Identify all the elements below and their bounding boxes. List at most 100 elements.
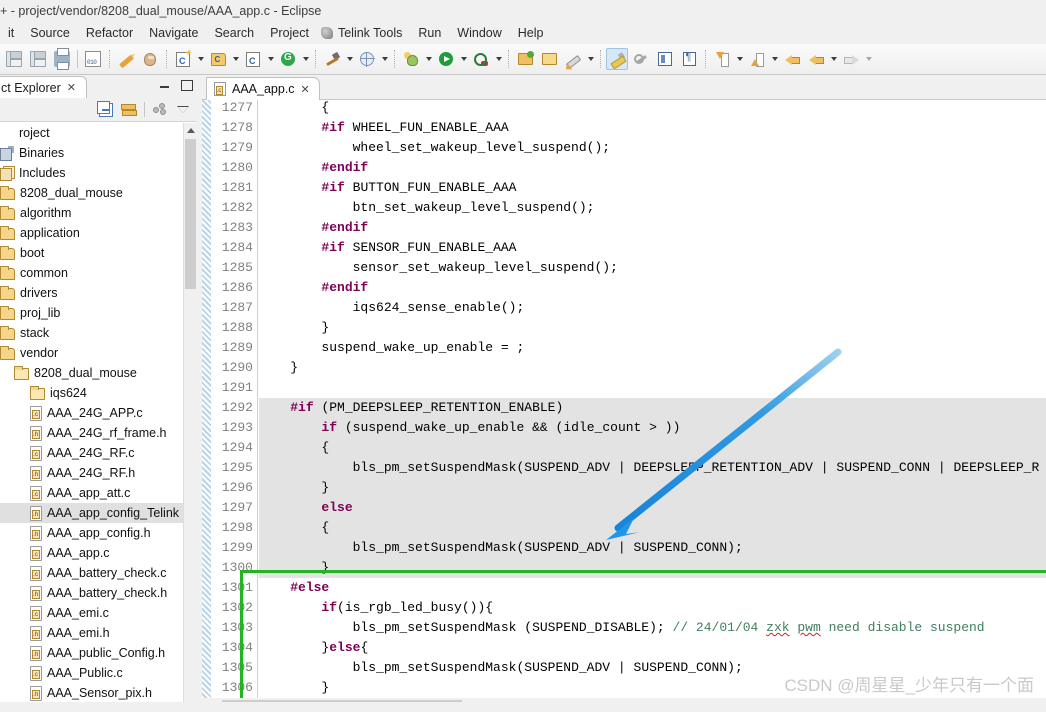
tree-item[interactable]: common	[0, 263, 183, 283]
debug-icon[interactable]	[400, 48, 422, 70]
code-line[interactable]: #endif	[259, 218, 368, 238]
forward-icon[interactable]	[840, 48, 862, 70]
link-with-editor-icon[interactable]	[121, 103, 137, 117]
project-tree[interactable]: roject Binaries Includes 8208_dual_mouse alg…	[0, 123, 183, 712]
code-line[interactable]: #else	[259, 578, 329, 598]
code-line[interactable]: btn_set_wakeup_level_suspend();	[259, 198, 595, 218]
code-line[interactable]: if(is_rgb_led_busy()){	[259, 598, 493, 618]
chevron-down-icon[interactable]	[585, 48, 596, 70]
project-tree-scrollbar[interactable]	[183, 123, 196, 712]
menu-bar[interactable]: it Source Refactor Navigate Search Proje…	[0, 22, 1046, 44]
tree-item[interactable]: 8208_dual_mouse	[0, 363, 183, 383]
code-line[interactable]: bls_pm_setSuspendMask(SUSPEND_ADV | DEEP…	[259, 458, 1040, 478]
save-all-icon[interactable]	[27, 48, 49, 70]
tree-item[interactable]: algorithm	[0, 203, 183, 223]
chevron-down-icon[interactable]	[458, 48, 469, 70]
new-c-folder-icon[interactable]	[207, 48, 229, 70]
tab-aaa-app-c[interactable]: .c AAA_app.c ✕	[206, 77, 320, 100]
minimize-icon[interactable]	[159, 79, 171, 90]
menu-item-search[interactable]: Search	[206, 24, 262, 42]
chevron-down-icon[interactable]	[230, 48, 241, 70]
chevron-down-icon[interactable]	[769, 48, 780, 70]
code-line[interactable]: wheel_set_wakeup_level_suspend();	[259, 138, 610, 158]
tab-project-explorer[interactable]: ct Explorer ✕	[0, 76, 87, 98]
close-icon[interactable]: ✕	[301, 83, 310, 96]
tree-item[interactable]: .c AAA_Public.c	[0, 663, 183, 683]
close-icon[interactable]: ✕	[67, 81, 76, 94]
code-line[interactable]: if (suspend_wake_up_enable && (idle_coun…	[259, 418, 680, 438]
code-line[interactable]: }	[259, 558, 329, 578]
code-line[interactable]: bls_pm_setSuspendMask (SUSPEND_DISABLE);…	[259, 618, 985, 638]
chevron-down-icon[interactable]	[265, 48, 276, 70]
filters-icon[interactable]	[153, 103, 169, 116]
profile-icon[interactable]	[470, 48, 492, 70]
tree-item[interactable]: boot	[0, 243, 183, 263]
menu-item-telink-tools[interactable]: Telink Tools	[317, 24, 410, 42]
code-line[interactable]: }	[259, 358, 298, 378]
tree-item[interactable]: drivers	[0, 283, 183, 303]
code-line[interactable]: #if WHEEL_FUN_ENABLE_AAA	[259, 118, 508, 138]
new-binary-file-icon[interactable]	[82, 48, 104, 70]
chevron-down-icon[interactable]	[300, 48, 311, 70]
last-edit-location-icon[interactable]	[781, 48, 803, 70]
tree-item[interactable]: .h AAA_Sensor_pix.h	[0, 683, 183, 703]
tree-item[interactable]: .h AAA_emi.h	[0, 623, 183, 643]
code-line[interactable]: }	[259, 478, 329, 498]
tree-item[interactable]: .c AAA_app.c	[0, 543, 183, 563]
chevron-down-icon[interactable]	[195, 48, 206, 70]
build-disabled-icon[interactable]	[356, 48, 378, 70]
tree-item[interactable]: Includes	[0, 163, 183, 183]
code-line[interactable]: sensor_set_wakeup_level_suspend();	[259, 258, 618, 278]
chevron-down-icon[interactable]	[344, 48, 355, 70]
back-icon[interactable]	[805, 48, 827, 70]
tree-item[interactable]: .h AAA_battery_check.h	[0, 583, 183, 603]
tree-item[interactable]: iqs624	[0, 383, 183, 403]
tree-item[interactable]: .h AAA_24G_rf_frame.h	[0, 423, 183, 443]
tree-item[interactable]: .h AAA_app_config_Telink	[0, 503, 183, 523]
toggle-block-selection-icon[interactable]	[630, 48, 652, 70]
code-line[interactable]: #endif	[259, 278, 368, 298]
code-line[interactable]: {	[259, 438, 329, 458]
run-icon[interactable]	[435, 48, 457, 70]
code-text-area[interactable]: { #if WHEEL_FUN_ENABLE_AAA wheel_set_wak…	[259, 100, 1046, 712]
code-line[interactable]: {	[259, 100, 329, 118]
tree-item[interactable]: proj_lib	[0, 303, 183, 323]
tree-item[interactable]: .h AAA_app_config.h	[0, 523, 183, 543]
save-icon[interactable]	[3, 48, 25, 70]
chevron-down-icon[interactable]	[493, 48, 504, 70]
code-line[interactable]: }else{	[259, 638, 368, 658]
tree-item[interactable]: roject	[0, 123, 183, 143]
next-annotation-icon[interactable]	[711, 48, 733, 70]
project-explorer-toolbar[interactable]	[0, 98, 196, 122]
code-line[interactable]: #if (PM_DEEPSLEEP_RETENTION_ENABLE)	[259, 398, 563, 418]
debug-bug-icon[interactable]	[139, 48, 161, 70]
chevron-down-icon[interactable]	[863, 48, 874, 70]
panel-window-buttons[interactable]	[159, 79, 193, 91]
chevron-down-icon[interactable]	[379, 48, 390, 70]
code-line[interactable]: iqs624_sense_enable();	[259, 298, 525, 318]
tree-item[interactable]: .h AAA_24G_RF.h	[0, 463, 183, 483]
tree-item[interactable]: stack	[0, 323, 183, 343]
build-icon[interactable]	[115, 48, 137, 70]
code-line[interactable]: bls_pm_setSuspendMask(SUSPEND_ADV | SUSP…	[259, 658, 743, 678]
build-hammer-icon[interactable]	[321, 48, 343, 70]
chevron-down-icon[interactable]	[423, 48, 434, 70]
tree-item[interactable]: .c AAA_24G_APP.c	[0, 403, 183, 423]
maximize-icon[interactable]	[180, 79, 193, 91]
print-icon[interactable]	[51, 48, 73, 70]
menu-item-project[interactable]: Project	[262, 24, 317, 42]
open-resource-icon[interactable]	[514, 48, 536, 70]
tree-item[interactable]: Binaries	[0, 143, 183, 163]
code-line[interactable]: bls_pm_setSuspendMask(SUSPEND_ADV | SUSP…	[259, 538, 743, 558]
code-line[interactable]: }	[259, 678, 329, 698]
menu-item-help[interactable]: Help	[510, 24, 552, 42]
tree-item[interactable]: .h AAA_public_Config.h	[0, 643, 183, 663]
tree-item[interactable]: .c AAA_emi.c	[0, 603, 183, 623]
tree-item[interactable]: .c AAA_battery_check.c	[0, 563, 183, 583]
collapse-all-icon[interactable]	[97, 100, 113, 117]
code-line[interactable]: }	[259, 318, 329, 338]
new-git-icon[interactable]	[277, 48, 299, 70]
tree-item[interactable]: vendor	[0, 343, 183, 363]
menu-item-refactor[interactable]: Refactor	[78, 24, 141, 42]
tree-item[interactable]: .c AAA_app_att.c	[0, 483, 183, 503]
